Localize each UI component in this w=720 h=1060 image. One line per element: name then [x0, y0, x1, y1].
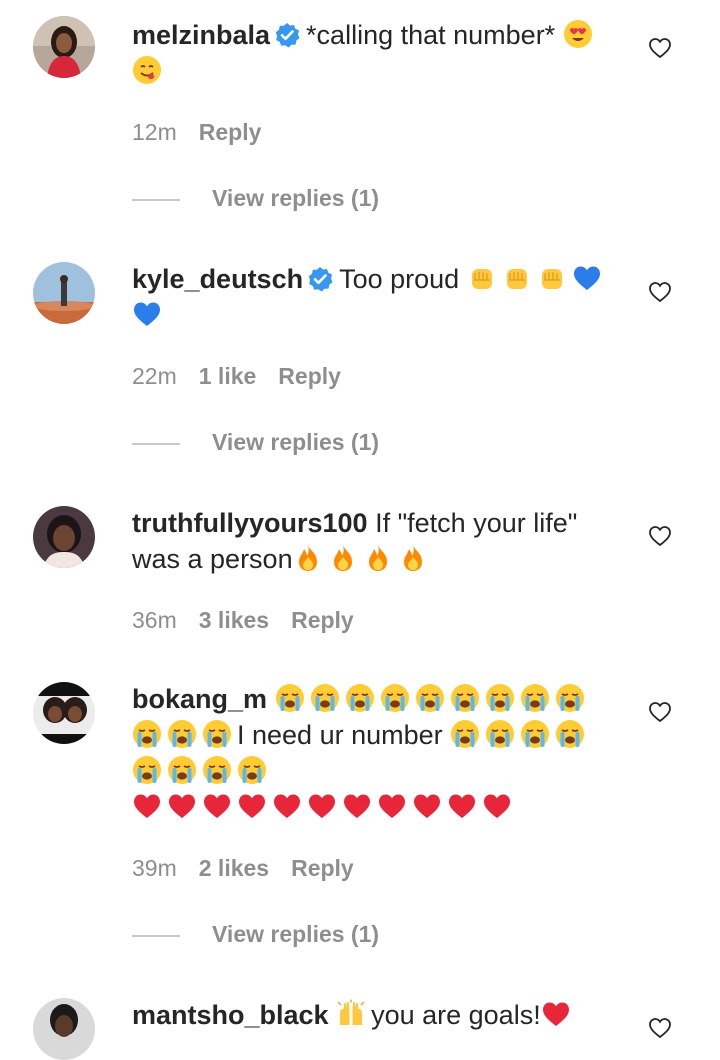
red-heart-emoji	[482, 791, 512, 821]
comment-body: melzinbala *calling that number*	[132, 17, 632, 89]
crying-face-emoji	[520, 719, 550, 749]
blue-heart-emoji	[572, 263, 602, 293]
comment-body: kyle_deutsch Too proud	[132, 261, 632, 333]
heart-eyes-emoji	[563, 19, 593, 49]
comment-username[interactable]: melzinbala	[132, 20, 270, 50]
red-heart-emoji	[307, 791, 337, 821]
likes-count[interactable]: 3 likes	[199, 607, 269, 633]
heart-outline-icon[interactable]	[648, 524, 672, 548]
verified-badge-icon	[274, 22, 300, 48]
view-replies[interactable]: View replies (1)	[132, 921, 379, 948]
avatar[interactable]	[33, 998, 95, 1060]
raised-fist-emoji	[467, 263, 497, 293]
likes-count[interactable]: 2 likes	[199, 855, 269, 881]
view-replies[interactable]: View replies (1)	[132, 185, 379, 212]
crying-face-emoji	[380, 683, 410, 713]
crying-face-emoji	[202, 755, 232, 785]
comment-username[interactable]: bokang_m	[132, 684, 267, 714]
avatar[interactable]	[33, 506, 95, 568]
comment-time: 12m	[132, 119, 177, 145]
crying-face-emoji	[415, 683, 445, 713]
raised-fist-emoji	[502, 263, 532, 293]
view-replies-label[interactable]: View replies (1)	[212, 185, 379, 211]
reply-button[interactable]: Reply	[278, 363, 341, 389]
comment-body: mantsho_black you are goals!	[132, 997, 632, 1033]
likes-count[interactable]: 1 like	[199, 363, 257, 389]
comment-username[interactable]: kyle_deutsch	[132, 264, 303, 294]
avatar[interactable]	[33, 16, 95, 78]
comment-username[interactable]: truthfullyyours100	[132, 508, 368, 538]
crying-face-emoji	[310, 683, 340, 713]
comment-text: Too proud	[339, 264, 460, 294]
comment-username[interactable]: mantsho_black	[132, 1000, 329, 1030]
heart-outline-icon[interactable]	[648, 36, 672, 60]
crying-face-emoji	[520, 683, 550, 713]
view-replies[interactable]: View replies (1)	[132, 429, 379, 456]
crying-face-emoji	[485, 719, 515, 749]
red-heart-emoji	[447, 791, 477, 821]
crying-face-emoji	[167, 719, 197, 749]
comment-time: 36m	[132, 607, 177, 633]
yum-emoji	[132, 55, 162, 85]
heart-outline-icon[interactable]	[648, 280, 672, 304]
red-heart-emoji	[541, 999, 571, 1029]
heart-outline-icon[interactable]	[648, 1016, 672, 1040]
reply-button[interactable]: Reply	[291, 607, 354, 633]
divider-line	[132, 442, 180, 445]
reply-button[interactable]: Reply	[199, 119, 262, 145]
comment-meta: 22m 1 like Reply	[132, 363, 363, 390]
avatar[interactable]	[33, 262, 95, 324]
verified-badge-icon	[307, 266, 333, 292]
comment-text: I need ur number	[237, 720, 443, 750]
fire-emoji	[328, 543, 358, 573]
comment-meta: 36m 3 likes Reply	[132, 607, 376, 634]
red-heart-emoji	[132, 791, 162, 821]
crying-face-emoji	[345, 683, 375, 713]
crying-face-emoji	[132, 719, 162, 749]
red-heart-emoji	[237, 791, 267, 821]
comment-meta: 12m Reply	[132, 119, 283, 146]
red-heart-emoji	[412, 791, 442, 821]
crying-face-emoji	[132, 755, 162, 785]
red-heart-emoji	[272, 791, 302, 821]
comment-time: 22m	[132, 363, 177, 389]
red-heart-emoji	[342, 791, 372, 821]
crying-face-emoji	[450, 683, 480, 713]
raised-fist-emoji	[537, 263, 567, 293]
crying-face-emoji	[450, 719, 480, 749]
comment-body: truthfullyyours100 If "fetch your life" …	[132, 505, 632, 577]
view-replies-label[interactable]: View replies (1)	[212, 921, 379, 947]
crying-face-emoji	[555, 719, 585, 749]
fire-emoji	[363, 543, 393, 573]
red-heart-emoji	[377, 791, 407, 821]
heart-outline-icon[interactable]	[648, 700, 672, 724]
crying-face-emoji	[237, 755, 267, 785]
fire-emoji	[293, 543, 323, 573]
avatar[interactable]	[33, 682, 95, 744]
view-replies-label[interactable]: View replies (1)	[212, 429, 379, 455]
crying-face-emoji	[275, 683, 305, 713]
fire-emoji	[398, 543, 428, 573]
comment-time: 39m	[132, 855, 177, 881]
divider-line	[132, 934, 180, 937]
crying-face-emoji	[555, 683, 585, 713]
blue-heart-emoji	[132, 299, 162, 329]
comment-meta: 39m 2 likes Reply	[132, 855, 376, 882]
red-heart-emoji	[167, 791, 197, 821]
divider-line	[132, 198, 180, 201]
comment-text: *calling that number*	[306, 20, 556, 50]
raising-hands-emoji	[336, 999, 366, 1029]
reply-button[interactable]: Reply	[291, 855, 354, 881]
crying-face-emoji	[485, 683, 515, 713]
comment-text: you are goals!	[371, 1000, 541, 1030]
red-heart-emoji	[202, 791, 232, 821]
comment-body: bokang_m I need ur number	[132, 681, 612, 825]
crying-face-emoji	[202, 719, 232, 749]
crying-face-emoji	[167, 755, 197, 785]
